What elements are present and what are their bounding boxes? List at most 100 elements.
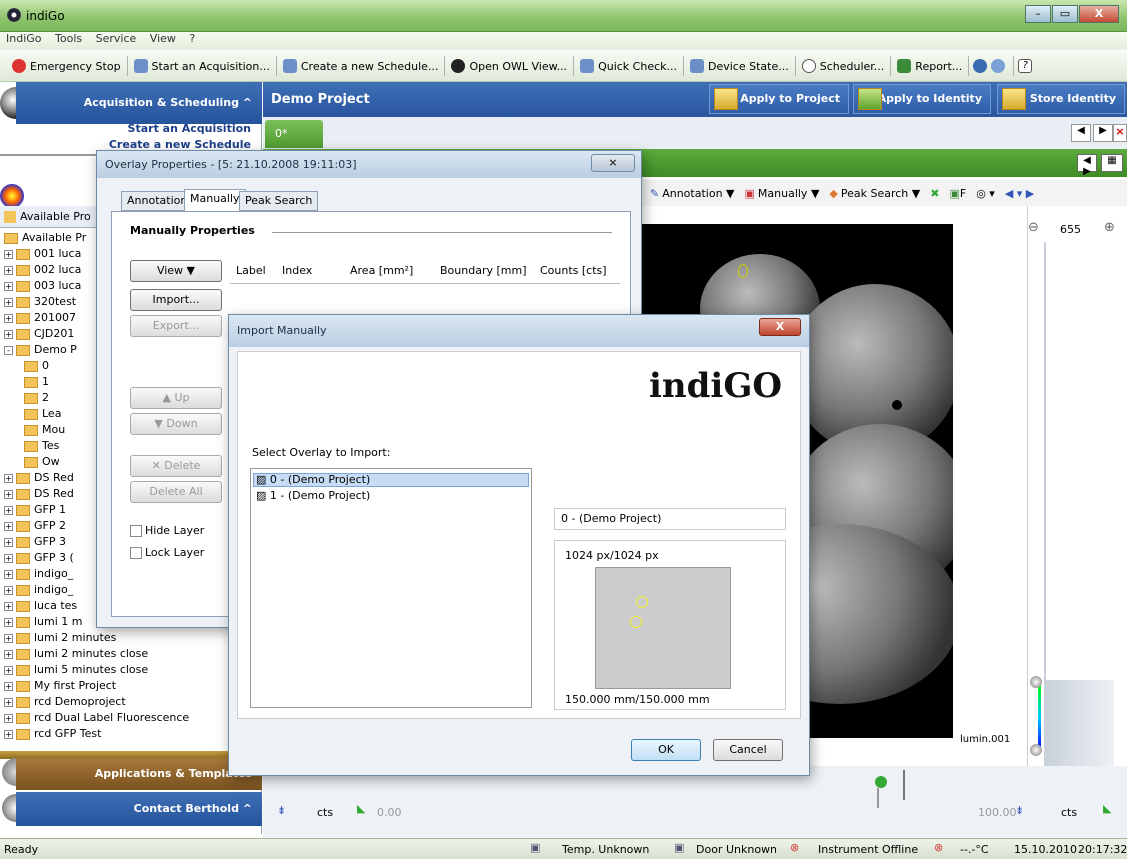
upper-slider-handle[interactable]	[1030, 676, 1042, 688]
expand-icon[interactable]: +	[4, 553, 13, 563]
tab-scroll-left[interactable]: ◀	[1071, 124, 1091, 142]
range-icon[interactable]: ⇟	[277, 804, 286, 817]
tree-item[interactable]: +001 luca	[4, 246, 81, 262]
expand-icon[interactable]: +	[4, 617, 13, 627]
tab-scroll-right[interactable]: ▶	[1093, 124, 1113, 142]
col-counts[interactable]: Counts [cts]	[540, 260, 607, 282]
tab-0[interactable]: 0*	[265, 120, 323, 148]
overlay-list-item[interactable]: ▨ 1 - (Demo Project)	[253, 489, 370, 502]
col-area[interactable]: Area [mm²]	[350, 260, 413, 282]
ok-button[interactable]: OK	[631, 739, 701, 761]
down-button[interactable]: ▼ Down	[130, 413, 222, 435]
tree-item[interactable]: + GFP 2	[4, 518, 66, 534]
expand-icon[interactable]: +	[4, 473, 13, 483]
tree-item[interactable]: Tes	[24, 438, 59, 454]
menu-tools[interactable]: Tools	[55, 32, 82, 45]
tree-item[interactable]: + GFP 3 (	[4, 550, 74, 566]
tree-item[interactable]: + My first Project	[4, 678, 116, 694]
contact-berthold-header[interactable]: Contact Berthold ^	[16, 792, 262, 826]
tree-item[interactable]: Mou	[24, 422, 65, 438]
tree-item[interactable]: + DS Red	[4, 486, 74, 502]
expand-icon[interactable]: +	[4, 729, 13, 739]
col-boundary[interactable]: Boundary [mm]	[440, 260, 527, 282]
nav-arrows[interactable]: ◀ ▾ ▶	[1005, 187, 1034, 200]
tree-item[interactable]: + lumi 2 minutes	[4, 630, 116, 646]
expand-icon[interactable]: +	[4, 313, 13, 323]
tree-item[interactable]: + DS Red	[4, 470, 74, 486]
cancel-button[interactable]: Cancel	[713, 739, 783, 761]
expand-icon[interactable]: +	[4, 265, 13, 275]
tree-item[interactable]: + GFP 3	[4, 534, 66, 550]
delete-all-button[interactable]: Delete All	[130, 481, 222, 503]
tree-item[interactable]: 2	[24, 390, 49, 406]
tree-item[interactable]: +320test	[4, 294, 76, 310]
report-button[interactable]: Report...	[891, 56, 970, 76]
tree-item[interactable]: - Demo P	[4, 342, 77, 358]
overlay-list-item[interactable]: ▨ 0 - (Demo Project)	[253, 473, 529, 487]
close-window-button[interactable]: X	[1079, 5, 1119, 23]
help-button[interactable]: ?	[1014, 56, 1040, 76]
overlay-close-button[interactable]: ×	[591, 154, 635, 172]
tab-peak-search[interactable]: Peak Search	[239, 191, 319, 211]
expand-icon[interactable]: +	[4, 649, 13, 659]
manually-dropdown[interactable]: Manually ▼	[758, 187, 820, 200]
tree-item[interactable]: + CJD201	[4, 326, 74, 342]
settings-tool-button[interactable]	[969, 56, 1015, 76]
import-button[interactable]: Import...	[130, 289, 222, 311]
close-tab-button[interactable]: ×	[1113, 124, 1127, 142]
color-dropdown[interactable]: ◎ ▾	[976, 187, 995, 200]
scheduler-button[interactable]: Scheduler...	[796, 56, 892, 76]
tree-item[interactable]: + rcd Dual Label Fluorescence	[4, 710, 189, 726]
tab-manually[interactable]: Manually	[184, 189, 246, 211]
expand-icon[interactable]: +	[4, 505, 13, 515]
tree-item[interactable]: Ow	[24, 454, 60, 470]
menu-view[interactable]: View	[150, 32, 176, 45]
applications-templates-header[interactable]: Applications & Templates	[16, 758, 262, 790]
export-button[interactable]: Export...	[130, 315, 222, 337]
expand-icon[interactable]: +	[4, 249, 13, 259]
tree-item[interactable]: +201007	[4, 310, 76, 326]
emergency-stop-button[interactable]: Emergency Stop	[6, 56, 128, 76]
tree-item[interactable]: + GFP 1	[4, 502, 66, 518]
auto-scale-icon[interactable]: ◣	[357, 802, 365, 815]
f-button[interactable]: F	[960, 187, 966, 200]
quick-check-button[interactable]: Quick Check...	[574, 56, 684, 76]
lower-slider-handle[interactable]	[1030, 744, 1042, 756]
expand-icon[interactable]: +	[4, 633, 13, 643]
apply-to-identity-button[interactable]: Apply to Identity	[853, 84, 991, 114]
apply-to-project-button[interactable]: Apply to Project	[709, 84, 849, 114]
start-acquisition-link[interactable]: Start an Acquisition	[128, 122, 251, 135]
maximize-button[interactable]: ▭	[1052, 5, 1078, 23]
device-state-button[interactable]: Device State...	[684, 56, 796, 76]
expand-icon[interactable]: +	[4, 329, 13, 339]
view-dropdown[interactable]: View ▼	[130, 260, 222, 282]
tree-item[interactable]: + lumi 1 m	[4, 614, 83, 630]
zoom-out-icon[interactable]: ⊖	[1028, 220, 1039, 235]
hide-layer-checkbox[interactable]: Hide Layer	[130, 524, 204, 537]
minimize-button[interactable]: –	[1025, 5, 1051, 23]
expand-icon[interactable]: +	[4, 537, 13, 547]
annotation-dropdown[interactable]: Annotation ▼	[662, 187, 734, 200]
create-schedule-link[interactable]: Create a new Schedule	[109, 138, 251, 150]
create-schedule-button[interactable]: Create a new Schedule...	[277, 56, 446, 76]
peak-search-dropdown[interactable]: Peak Search ▼	[841, 187, 920, 200]
expand-icon[interactable]: +	[4, 713, 13, 723]
tree-item[interactable]: + rcd GFP Test	[4, 726, 101, 742]
expand-icon[interactable]: +	[4, 569, 13, 579]
tree-item[interactable]: + lumi 2 minutes close	[4, 646, 148, 662]
expand-icon[interactable]: +	[4, 697, 13, 707]
auto-scale-icon-right[interactable]: ◣	[1103, 802, 1111, 815]
expand-icon[interactable]: +	[4, 601, 13, 611]
tree-item[interactable]: + indigo_	[4, 582, 73, 598]
lock-layer-checkbox[interactable]: Lock Layer	[130, 546, 204, 559]
tree-item[interactable]: +003 luca	[4, 278, 81, 294]
tree-item[interactable]: +002 luca	[4, 262, 81, 278]
zoom-in-icon[interactable]: ⊕	[1104, 220, 1115, 235]
tree-item[interactable]: Lea	[24, 406, 61, 422]
slider-marker[interactable]	[875, 776, 887, 788]
start-acquisition-button[interactable]: Start an Acquisition...	[128, 56, 277, 76]
range-icon-right[interactable]: ⇟	[1015, 804, 1024, 817]
expand-icon[interactable]: +	[4, 489, 13, 499]
expand-icon[interactable]: +	[4, 297, 13, 307]
store-identity-button[interactable]: Store Identity	[997, 84, 1125, 114]
